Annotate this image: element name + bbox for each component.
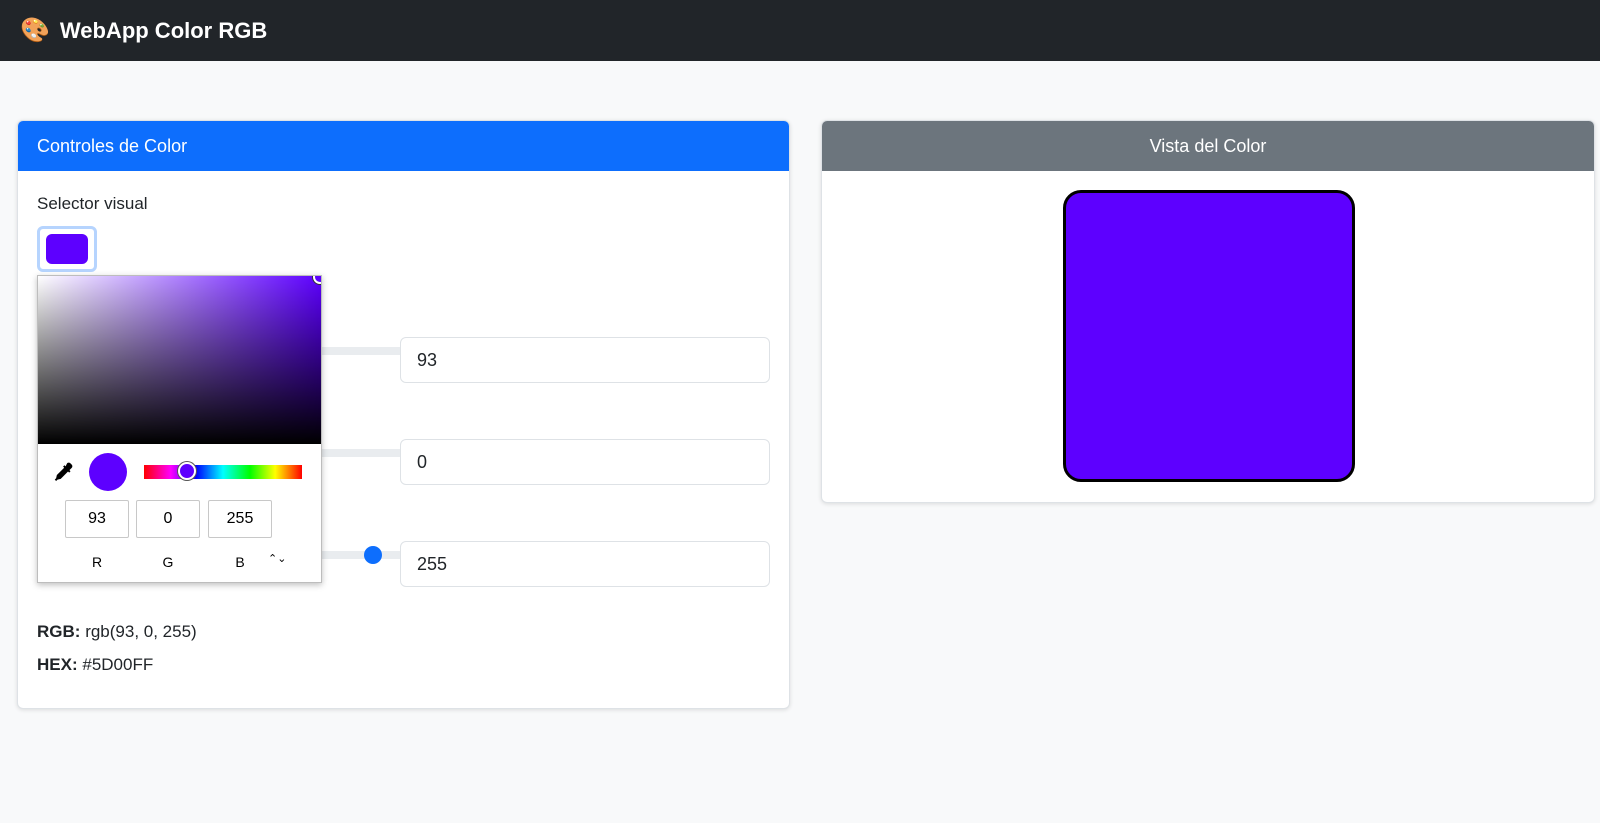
hex-readout: HEX: #5D00FF [37,655,153,675]
preview-card: Vista del Color [821,120,1595,503]
picker-g-input[interactable]: 0 [136,500,200,538]
picker-r-label: R [91,554,103,570]
blue-slider-thumb[interactable] [364,546,382,564]
eyedropper-icon[interactable] [52,461,74,483]
hue-slider-handle[interactable] [177,462,196,480]
controls-card-header: Controles de Color [18,121,789,171]
picker-b-input[interactable]: 255 [208,500,272,538]
app-title[interactable]: WebApp Color RGB [60,18,267,44]
saturation-value-area[interactable] [38,276,321,444]
preview-card-header: Vista del Color [822,121,1594,171]
color-preview-box [1063,190,1355,482]
hex-value: #5D00FF [82,655,154,674]
green-value-input[interactable]: 0 [400,439,770,485]
color-picker-button[interactable] [37,226,97,272]
rgb-readout: RGB: rgb(93, 0, 255) [37,622,197,642]
chevron-up-down-icon[interactable]: ⌃⌄ [268,552,286,565]
rgb-label: RGB: [37,622,81,641]
palette-icon: 🎨 [20,16,50,44]
current-color-dot [89,453,127,491]
picker-g-label: G [162,554,174,570]
color-picker-swatch [46,234,88,264]
rgb-value: rgb(93, 0, 255) [85,622,197,641]
sv-black-gradient [38,276,321,444]
hue-slider[interactable] [144,462,302,480]
navbar: 🎨 WebApp Color RGB [0,0,1600,61]
red-value-input[interactable]: 93 [400,337,770,383]
color-picker-popup: 93 0 255 R G B ⌃⌄ [37,275,322,583]
hex-label: HEX: [37,655,78,674]
visual-selector-label: Selector visual [37,194,148,213]
blue-value-input[interactable]: 255 [400,541,770,587]
picker-b-label: B [235,554,245,570]
picker-r-input[interactable]: 93 [65,500,129,538]
